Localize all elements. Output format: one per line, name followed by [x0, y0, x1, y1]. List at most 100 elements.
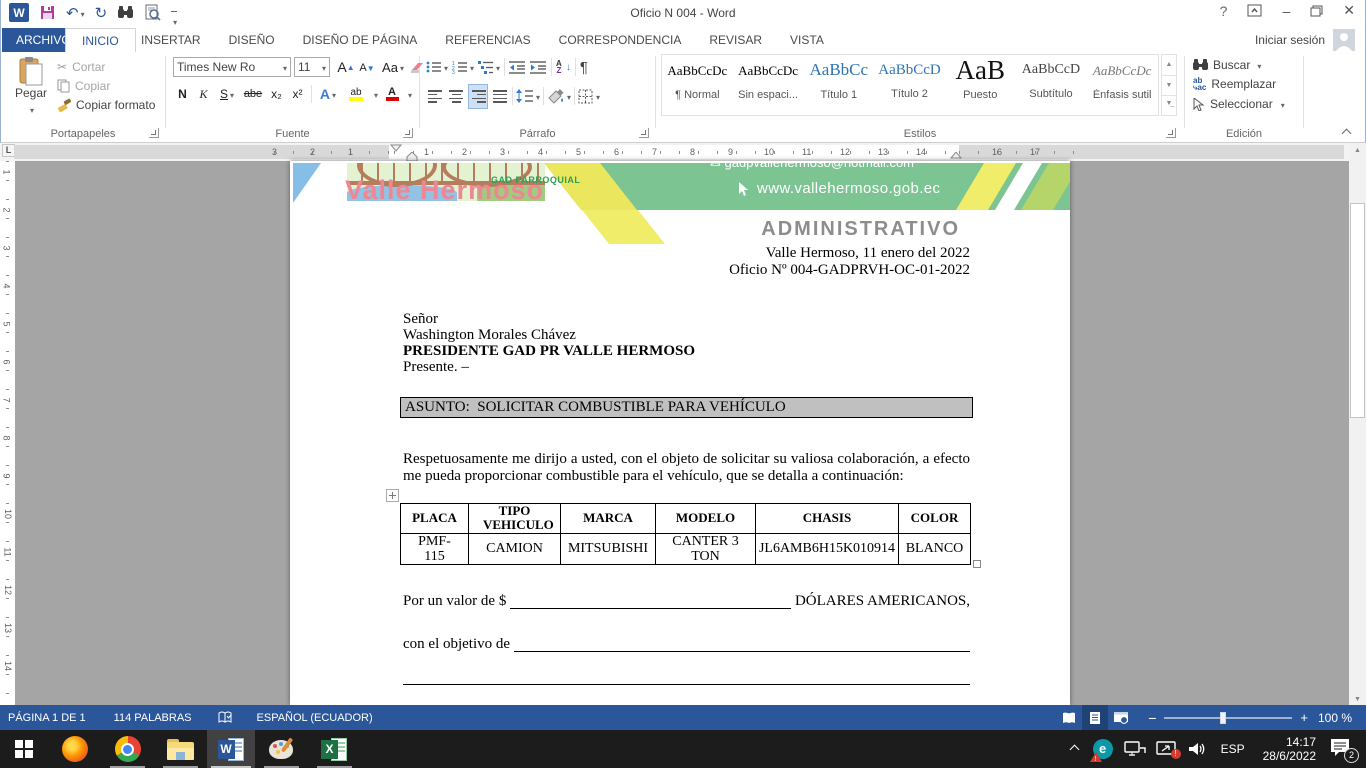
- scroll-up-arrow[interactable]: ▲: [1349, 143, 1366, 159]
- table-header[interactable]: MARCA: [561, 504, 656, 534]
- find-button[interactable]: Buscar: [1193, 58, 1261, 72]
- extra-blank-line[interactable]: [403, 669, 970, 685]
- table-move-handle[interactable]: [386, 489, 399, 502]
- tray-clock[interactable]: 14:17 28/6/2022: [1263, 735, 1316, 763]
- table-cell[interactable]: PMF-115: [401, 533, 469, 565]
- copy-button[interactable]: Copiar: [57, 79, 110, 93]
- minimize-button[interactable]: –: [1282, 3, 1290, 19]
- styles-dialog-launcher[interactable]: [1166, 128, 1176, 138]
- text-effects-button[interactable]: A: [316, 84, 340, 104]
- close-button[interactable]: ✕: [1343, 2, 1355, 19]
- change-case-button[interactable]: Aa: [380, 57, 406, 77]
- font-dialog-launcher[interactable]: [403, 128, 413, 138]
- font-size-combo[interactable]: 11: [294, 57, 330, 77]
- underline-button[interactable]: S: [215, 84, 239, 104]
- show-marks-button[interactable]: ¶: [580, 59, 588, 76]
- value-blank[interactable]: [510, 595, 791, 609]
- vertical-scrollbar[interactable]: ▲ ▼: [1349, 143, 1366, 705]
- bold-button[interactable]: N: [173, 84, 192, 104]
- taskbar-excel[interactable]: X: [308, 730, 361, 768]
- tab-referencias[interactable]: REFERENCIAS: [431, 33, 544, 47]
- clipboard-dialog-launcher[interactable]: [149, 128, 159, 138]
- document-page[interactable]: ✉ gadpvallehermoso@hotmail.com www.valle…: [290, 161, 1070, 705]
- decrease-indent-button[interactable]: [509, 60, 526, 74]
- tab-diseno[interactable]: DISEÑO: [215, 33, 289, 47]
- zoom-out-button[interactable]: −: [1148, 710, 1156, 726]
- styles-scroll-down[interactable]: ▼: [1162, 75, 1176, 95]
- align-center-button[interactable]: [447, 86, 465, 107]
- style-sin-espaciado[interactable]: AaBbCcDc Sin espaci...: [733, 55, 804, 115]
- tray-chevron-up[interactable]: [1063, 746, 1087, 753]
- increase-indent-button[interactable]: [530, 60, 547, 74]
- tab-revisar[interactable]: REVISAR: [695, 33, 776, 47]
- taskbar-paint[interactable]: [255, 730, 308, 768]
- table-header[interactable]: TIPO VEHICULO: [469, 504, 561, 534]
- style-enfasis-sutil[interactable]: AaBbCcDc Énfasis sutil: [1086, 55, 1158, 115]
- horizontal-ruler[interactable]: L 3 2 1 1 2 3 4 5 6 7 8 9 10 11 12 13 14…: [0, 143, 1366, 161]
- highlight-color-dropdown[interactable]: [372, 85, 378, 103]
- taskbar-firefox[interactable]: [48, 730, 101, 768]
- word-count[interactable]: 114 PALABRAS: [114, 712, 192, 724]
- tab-diseno-pagina[interactable]: DISEÑO DE PÁGINA: [289, 33, 432, 47]
- table-header[interactable]: COLOR: [899, 504, 971, 534]
- notification-center-button[interactable]: 2: [1326, 730, 1360, 768]
- style-titulo1[interactable]: AaBbCc Título 1: [803, 55, 874, 115]
- zoom-level[interactable]: 100 %: [1318, 711, 1352, 725]
- align-right-button[interactable]: [468, 84, 488, 109]
- collapse-ribbon-button[interactable]: [1343, 124, 1350, 142]
- start-button[interactable]: [0, 730, 48, 768]
- tray-network-icon[interactable]: [1124, 740, 1146, 758]
- page-indicator[interactable]: PÁGINA 1 DE 1: [8, 712, 86, 724]
- taskbar-word[interactable]: W: [207, 730, 255, 768]
- table-cell[interactable]: JL6AMB6H15K010914: [756, 533, 899, 565]
- align-left-button[interactable]: [426, 86, 444, 107]
- cut-button[interactable]: ✂Cortar: [57, 60, 105, 74]
- tab-vista[interactable]: VISTA: [776, 33, 838, 47]
- shrink-font-button[interactable]: A▼: [358, 59, 376, 77]
- sort-button[interactable]: AZ: [556, 60, 562, 74]
- style-puesto[interactable]: AaB Puesto: [945, 55, 1016, 115]
- subscript-button[interactable]: x₂: [267, 84, 286, 104]
- strikethrough-button[interactable]: abe: [241, 84, 265, 104]
- tray-cast-icon[interactable]: !: [1156, 741, 1178, 758]
- table-header[interactable]: CHASIS: [756, 504, 899, 534]
- borders-button[interactable]: [578, 87, 600, 105]
- styles-gallery-more[interactable]: ▼̲: [1162, 95, 1176, 115]
- table-cell[interactable]: CAMION: [469, 533, 561, 565]
- tab-correspondencia[interactable]: CORRESPONDENCIA: [545, 33, 696, 47]
- replace-button[interactable]: ab⤷ac Reemplazar: [1193, 77, 1276, 91]
- style-titulo2[interactable]: AaBbCcD Título 2: [874, 55, 945, 115]
- objective-blank[interactable]: [514, 638, 970, 652]
- grow-font-button[interactable]: A▲: [336, 57, 356, 77]
- table-cell[interactable]: MITSUBISHI: [561, 533, 656, 565]
- tab-inicio[interactable]: INICIO: [65, 28, 136, 52]
- italic-button[interactable]: K: [194, 84, 213, 104]
- scroll-down-arrow[interactable]: ▼: [1349, 696, 1366, 703]
- taskbar-explorer[interactable]: [154, 730, 207, 768]
- restore-button[interactable]: [1310, 5, 1323, 17]
- zoom-slider-track[interactable]: [1164, 717, 1292, 719]
- style-subtitulo[interactable]: AaBbCcD Subtítulo: [1016, 55, 1087, 115]
- paragraph-dialog-launcher[interactable]: [639, 128, 649, 138]
- help-button[interactable]: ?: [1220, 3, 1228, 19]
- table-resize-handle[interactable]: [973, 560, 981, 568]
- paste-button[interactable]: Pegar: [9, 56, 53, 124]
- table-cell[interactable]: BLANCO: [899, 533, 971, 565]
- styles-scroll-up[interactable]: ▲: [1162, 55, 1176, 75]
- bullets-button[interactable]: [426, 58, 448, 76]
- shading-button[interactable]: [547, 87, 571, 105]
- ribbon-display-options-button[interactable]: [1247, 4, 1262, 17]
- numbering-button[interactable]: 123: [452, 58, 474, 76]
- right-indent-marker[interactable]: [950, 152, 962, 160]
- format-painter-button[interactable]: Copiar formato: [57, 98, 155, 112]
- scroll-thumb[interactable]: [1350, 203, 1365, 418]
- select-button[interactable]: Seleccionar: [1193, 97, 1285, 111]
- vertical-ruler[interactable]: 1 2 3 4 5 6 7 8 9 10 11 12 13 14: [0, 161, 15, 705]
- superscript-button[interactable]: x²: [288, 84, 307, 104]
- font-color-dropdown[interactable]: [406, 85, 412, 103]
- tab-insertar[interactable]: INSERTAR: [127, 33, 215, 47]
- tray-security-icon[interactable]: e !: [1090, 736, 1116, 762]
- language-indicator[interactable]: ESPAÑOL (ECUADOR): [257, 712, 373, 724]
- font-family-combo[interactable]: Times New Ro: [173, 57, 291, 77]
- zoom-slider-thumb[interactable]: [1220, 712, 1226, 724]
